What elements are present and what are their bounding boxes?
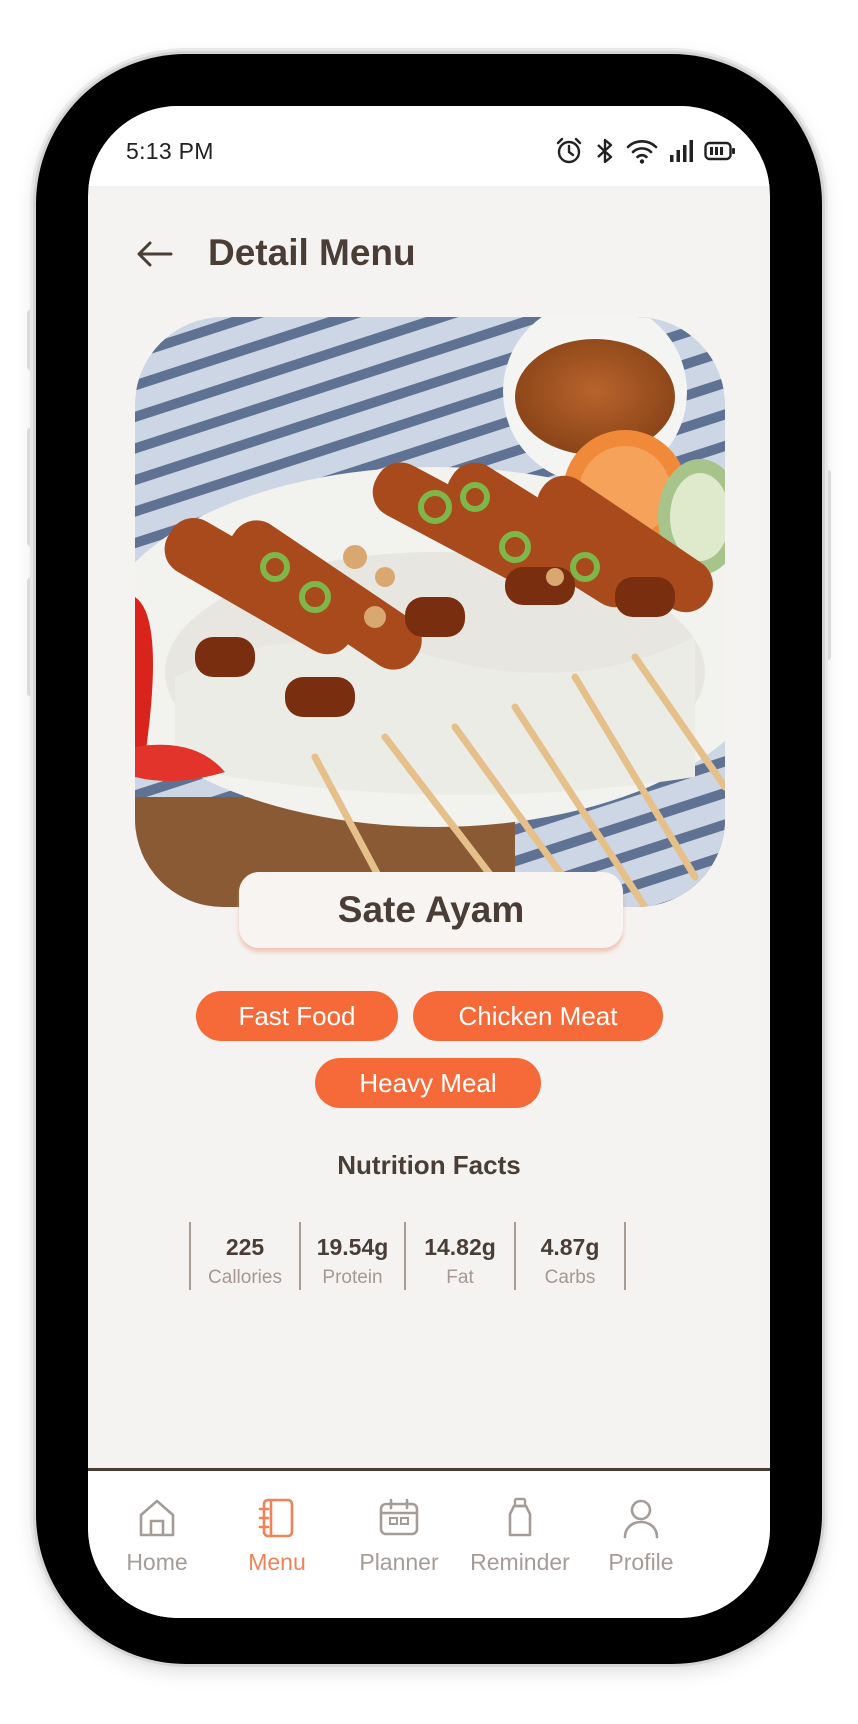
nutrition-value: 14.82g	[424, 1234, 496, 1260]
menu-book-icon	[258, 1498, 294, 1538]
nutrition-value: 19.54g	[316, 1234, 389, 1260]
nav-item-menu[interactable]: Menu	[212, 1497, 342, 1576]
status-icons	[554, 136, 736, 166]
tag-chip[interactable]: Heavy Meal	[315, 1058, 541, 1108]
phone-volume-down-button	[27, 578, 33, 696]
nutrition-label: Callories	[208, 1267, 282, 1288]
back-button[interactable]	[134, 236, 174, 272]
bottle-icon	[508, 1497, 532, 1537]
nutrition-label: Carbs	[544, 1267, 596, 1288]
nav-label: Planner	[359, 1549, 439, 1575]
calendar-icon	[379, 1498, 419, 1536]
food-name: Sate Ayam	[337, 889, 525, 930]
nav-label: Profile	[608, 1549, 674, 1575]
nutrition-label: Fat	[446, 1267, 474, 1288]
nav-item-reminder[interactable]: Reminder	[455, 1497, 585, 1576]
battery-icon	[704, 141, 735, 161]
nutrition-value: 4.87g	[540, 1234, 600, 1260]
food-name-card: Sate Ayam	[239, 872, 623, 948]
nutrition-value: 225	[225, 1234, 265, 1260]
nav-label: Reminder	[470, 1549, 570, 1575]
nav-label: Menu	[248, 1549, 306, 1575]
page-title: Detail Menu	[208, 232, 416, 273]
nutrition-label: Protein	[322, 1267, 383, 1288]
status-bar: 5:13 PM	[88, 106, 770, 186]
tag-chip[interactable]: Chicken Meat	[413, 991, 663, 1041]
phone-side-button	[27, 310, 33, 370]
bottom-nav: Home Menu Planner Reminder Profile	[88, 1468, 770, 1618]
nav-item-home[interactable]: Home	[92, 1497, 222, 1576]
nav-label: Home	[126, 1549, 188, 1575]
phone-volume-up-button	[27, 428, 33, 546]
nutrition-item-calories: 225 Callories	[191, 1222, 299, 1290]
nutrition-item-carbs: 4.87g Carbs	[516, 1222, 624, 1290]
food-image	[135, 317, 725, 907]
signal-icon	[670, 140, 693, 162]
status-time: 5:13 PM	[126, 137, 214, 164]
wifi-icon	[626, 140, 658, 164]
bluetooth-icon	[597, 138, 613, 164]
home-icon	[139, 1499, 175, 1537]
nutrition-divider	[624, 1222, 626, 1290]
page-header: Detail Menu	[88, 224, 770, 284]
user-icon	[623, 1499, 659, 1539]
alarm-icon	[556, 137, 582, 164]
nav-item-profile[interactable]: Profile	[576, 1497, 706, 1576]
phone-power-button	[825, 470, 831, 660]
arrow-left-icon	[137, 241, 173, 267]
app-screen: 5:13 PM Detail Menu Sate Ayam Fast Food …	[88, 106, 770, 1618]
nutrition-item-fat: 14.82g Fat	[406, 1222, 514, 1290]
nutrition-item-protein: 19.54g Protein	[301, 1222, 404, 1290]
nav-item-planner[interactable]: Planner	[334, 1497, 464, 1576]
nutrition-title: Nutrition Facts	[337, 1150, 521, 1180]
tag-chip[interactable]: Fast Food	[196, 991, 398, 1041]
